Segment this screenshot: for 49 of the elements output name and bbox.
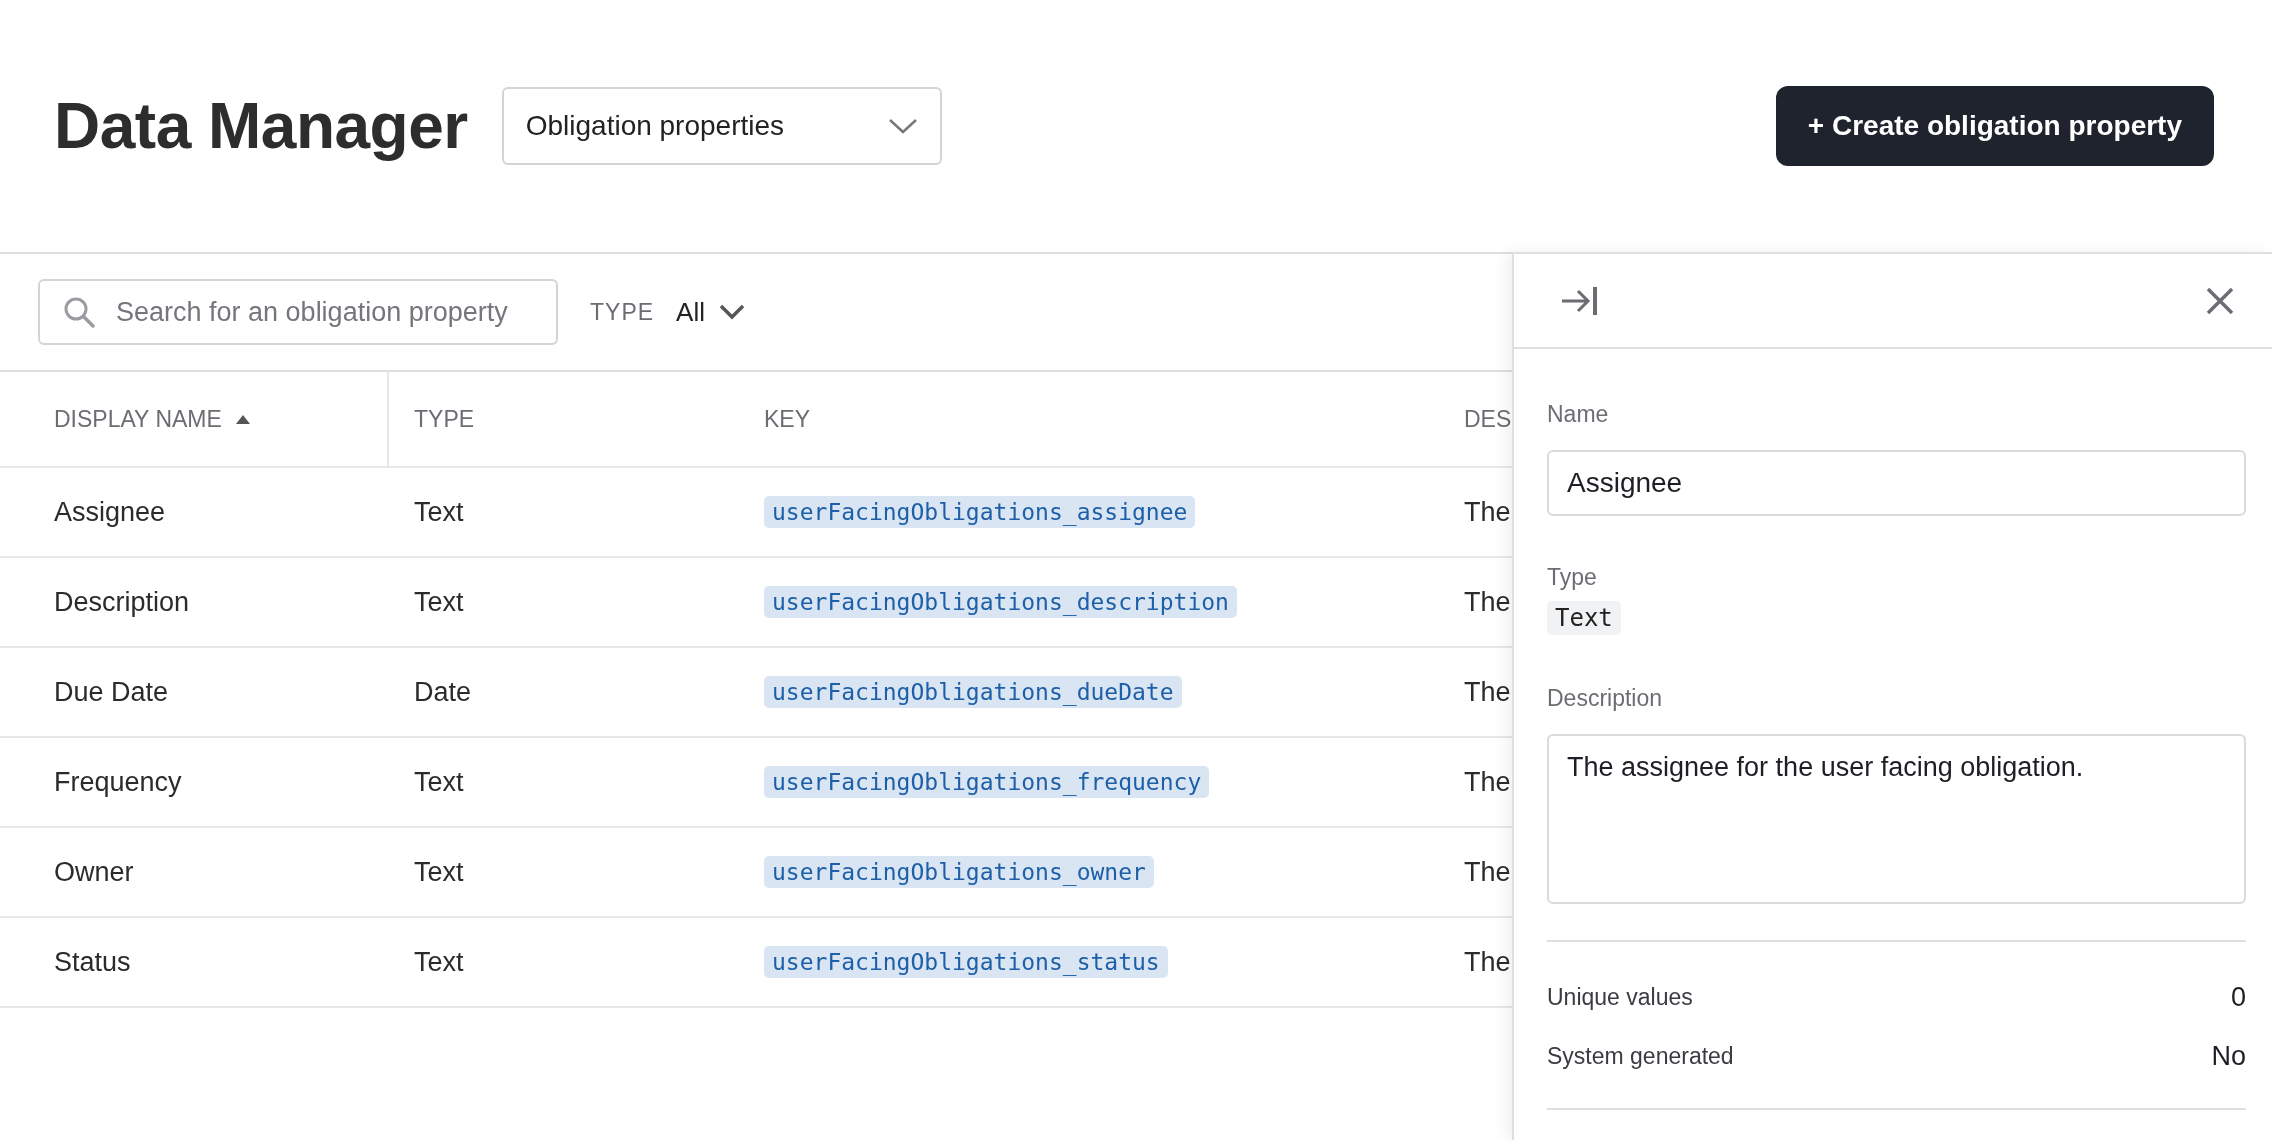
view-select[interactable]: Obligation properties bbox=[501, 87, 942, 165]
type-filter-label: TYPE bbox=[590, 298, 655, 326]
table-cell: The bbox=[1464, 856, 1511, 888]
key-code-chip: userFacingObligations_owner bbox=[764, 856, 1154, 888]
search-field[interactable]: Search for an obligation property bbox=[38, 279, 558, 345]
chevron-down-icon bbox=[719, 304, 745, 320]
key-code-chip: userFacingObligations_assignee bbox=[764, 496, 1196, 528]
create-property-button[interactable]: + Create obligation property bbox=[1775, 86, 2214, 166]
table-cell: Text bbox=[414, 946, 464, 978]
name-input-field[interactable]: Assignee bbox=[1547, 450, 2246, 516]
key-code-chip: userFacingObligations_dueDate bbox=[764, 676, 1182, 708]
key-code-chip: userFacingObligations_frequency bbox=[764, 766, 1210, 798]
type-value-chip: Text bbox=[1547, 601, 1621, 635]
key-code-chip: userFacingObligations_status bbox=[764, 946, 1168, 978]
description-text-area[interactable]: The assignee for the user facing obligation. bbox=[1547, 734, 2246, 904]
table-cell: The bbox=[1464, 676, 1511, 708]
page-title: Data Manager bbox=[54, 89, 468, 163]
table-cell: Status bbox=[54, 946, 131, 978]
column-header[interactable]: DISPLAY NAME bbox=[54, 405, 222, 433]
collapse-right-icon[interactable] bbox=[1560, 284, 1598, 317]
column-header[interactable]: TYPE bbox=[414, 405, 475, 433]
stat-label: Unique values bbox=[1547, 984, 1693, 1011]
table-cell: Text bbox=[414, 586, 464, 618]
stat-label: System generated bbox=[1547, 1043, 1734, 1070]
table-cell: The bbox=[1464, 586, 1511, 618]
table-cell: Due Date bbox=[54, 676, 169, 708]
table-cell: Text bbox=[414, 856, 464, 888]
chevron-down-icon bbox=[887, 118, 918, 134]
column-header[interactable]: KEY bbox=[764, 405, 811, 433]
table-cell: Text bbox=[414, 766, 464, 798]
type-filter-dropdown[interactable]: All bbox=[676, 296, 745, 328]
field-label: Type bbox=[1547, 564, 1597, 591]
close-icon[interactable] bbox=[2206, 286, 2234, 315]
stat-value: No bbox=[2211, 1041, 2246, 1072]
table-cell: The bbox=[1464, 946, 1511, 978]
field-label: Name bbox=[1547, 401, 1609, 428]
key-code-chip: userFacingObligations_description bbox=[764, 586, 1237, 618]
table-cell: The bbox=[1464, 766, 1511, 798]
table-cell: The bbox=[1464, 496, 1511, 528]
table-cell: Text bbox=[414, 496, 464, 528]
table-cell: Description bbox=[54, 586, 190, 618]
column-header[interactable]: DES bbox=[1464, 405, 1512, 433]
stat-value: 0 bbox=[2230, 982, 2246, 1013]
field-label: Description bbox=[1547, 685, 1663, 712]
table-cell: Owner bbox=[54, 856, 134, 888]
table-cell: Frequency bbox=[54, 766, 182, 798]
table-cell: Assignee bbox=[54, 496, 166, 528]
table-cell: Date bbox=[414, 676, 472, 708]
search-icon bbox=[62, 295, 96, 329]
